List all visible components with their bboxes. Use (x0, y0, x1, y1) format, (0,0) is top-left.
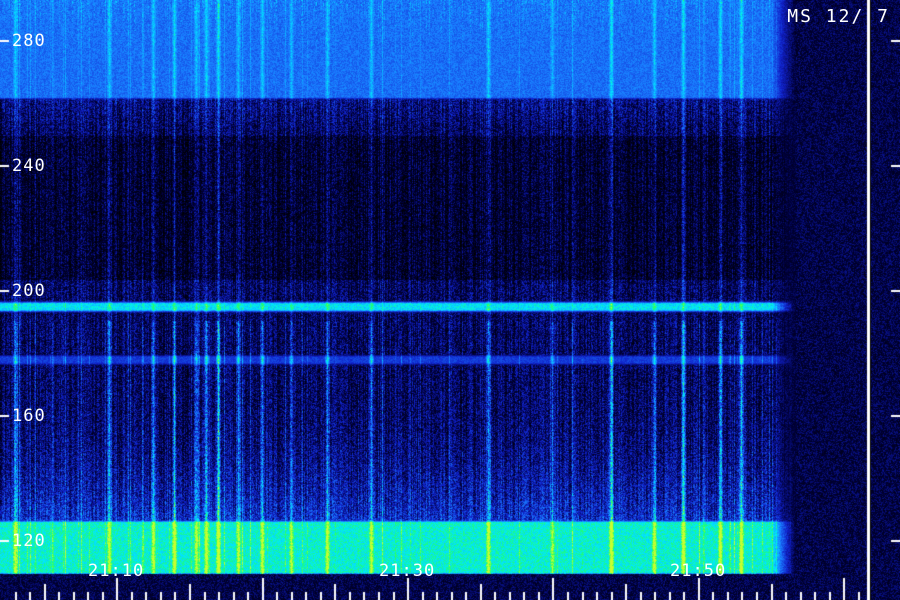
spectrogram-canvas (0, 0, 900, 600)
x-tick-label: 21:30 (379, 561, 436, 581)
x-tick-label: 21:50 (670, 561, 727, 581)
y-tick-label: 120 (12, 531, 46, 551)
x-tick-label: 21:10 (88, 561, 145, 581)
y-tick-label: 160 (12, 406, 46, 426)
y-tick-label: 200 (12, 281, 46, 301)
station-date-stamp: MS 12/ 7 (787, 6, 890, 27)
y-tick-label: 240 (12, 156, 46, 176)
y-tick-label: 280 (12, 31, 46, 51)
